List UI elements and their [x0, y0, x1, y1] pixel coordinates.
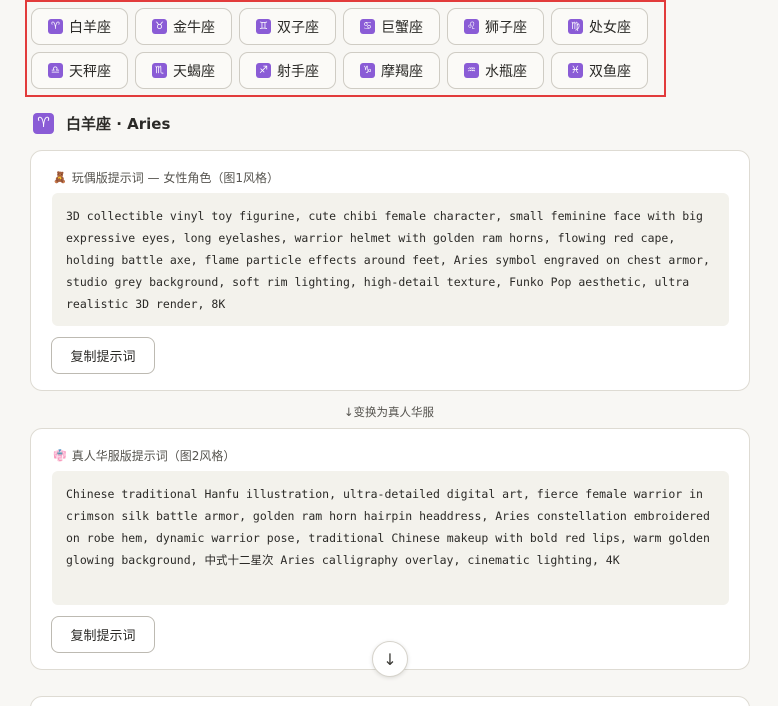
- cancer-icon: ♋: [360, 19, 375, 34]
- aries-icon: ♈: [33, 113, 54, 134]
- scorpio-icon: ♏: [152, 63, 167, 78]
- arrow-down-icon: ↓: [383, 649, 397, 669]
- zodiac-label: 双子座: [277, 19, 319, 36]
- zodiac-label: 天蝎座: [173, 63, 215, 80]
- zodiac-label: 处女座: [589, 19, 631, 36]
- hanfu-icon: 👘: [53, 449, 67, 462]
- zodiac-row-1: ♈ 白羊座 ♉ 金牛座 ♊ 双子座 ♋ 巨蟹座 ♌ 狮子座 ♍ 处女座: [31, 8, 664, 45]
- leo-icon: ♌: [464, 19, 479, 34]
- card-title-text: 玩偶版提示词 — 女性角色（图1风格）: [71, 171, 279, 185]
- pisces-icon: ♓: [568, 63, 583, 78]
- card-title-text: 真人华服版提示词（图2风格）: [71, 449, 236, 463]
- section-heading: ♈ 白羊座 · Aries: [33, 113, 170, 134]
- zodiac-button-sagittarius[interactable]: ♐ 射手座: [239, 52, 336, 89]
- zodiac-label: 摩羯座: [381, 63, 423, 80]
- zodiac-button-capricorn[interactable]: ♑ 摩羯座: [343, 52, 440, 89]
- zodiac-label: 白羊座: [69, 19, 111, 36]
- zodiac-button-gemini[interactable]: ♊ 双子座: [239, 8, 336, 45]
- zodiac-label: 狮子座: [485, 19, 527, 36]
- toy-prompt-card: 🧸 玩偶版提示词 — 女性角色（图1风格） 3D collectible vin…: [30, 150, 750, 391]
- copy-prompt-button[interactable]: 复制提示词: [51, 337, 155, 374]
- zodiac-button-taurus[interactable]: ♉ 金牛座: [135, 8, 232, 45]
- zodiac-label: 巨蟹座: [381, 19, 423, 36]
- prompt-text: 3D collectible vinyl toy figurine, cute …: [52, 193, 729, 326]
- zodiac-label: 水瓶座: [485, 63, 527, 80]
- zodiac-button-aquarius[interactable]: ♒ 水瓶座: [447, 52, 544, 89]
- next-card: [30, 696, 750, 706]
- zodiac-button-virgo[interactable]: ♍ 处女座: [551, 8, 648, 45]
- capricorn-icon: ♑: [360, 63, 375, 78]
- card-title: 👘 真人华服版提示词（图2风格）: [53, 447, 235, 464]
- sagittarius-icon: ♐: [256, 63, 271, 78]
- card-title: 🧸 玩偶版提示词 — 女性角色（图1风格）: [53, 169, 279, 186]
- transform-label: ↓变换为真人华服: [343, 405, 435, 419]
- zodiac-button-scorpio[interactable]: ♏ 天蝎座: [135, 52, 232, 89]
- zodiac-button-libra[interactable]: ♎ 天秤座: [31, 52, 128, 89]
- zodiac-button-cancer[interactable]: ♋ 巨蟹座: [343, 8, 440, 45]
- zodiac-button-aries[interactable]: ♈ 白羊座: [31, 8, 128, 45]
- zodiac-selector: ♈ 白羊座 ♉ 金牛座 ♊ 双子座 ♋ 巨蟹座 ♌ 狮子座 ♍ 处女座 ♎ 天秤…: [25, 0, 666, 97]
- zodiac-row-2: ♎ 天秤座 ♏ 天蝎座 ♐ 射手座 ♑ 摩羯座 ♒ 水瓶座 ♓ 双鱼座: [31, 52, 664, 89]
- virgo-icon: ♍: [568, 19, 583, 34]
- scroll-down-button[interactable]: ↓: [372, 641, 408, 677]
- zodiac-button-pisces[interactable]: ♓ 双鱼座: [551, 52, 648, 89]
- zodiac-label: 天秤座: [69, 63, 111, 80]
- aquarius-icon: ♒: [464, 63, 479, 78]
- zodiac-label: 射手座: [277, 63, 319, 80]
- aries-icon: ♈: [48, 19, 63, 34]
- toy-icon: 🧸: [53, 171, 67, 184]
- zodiac-label: 双鱼座: [589, 63, 631, 80]
- gemini-icon: ♊: [256, 19, 271, 34]
- hanfu-prompt-card: 👘 真人华服版提示词（图2风格） Chinese traditional Han…: [30, 428, 750, 670]
- zodiac-label: 金牛座: [173, 19, 215, 36]
- taurus-icon: ♉: [152, 19, 167, 34]
- zodiac-button-leo[interactable]: ♌ 狮子座: [447, 8, 544, 45]
- section-title: 白羊座 · Aries: [66, 115, 171, 133]
- libra-icon: ♎: [48, 63, 63, 78]
- prompt-text: Chinese traditional Hanfu illustration, …: [52, 471, 729, 605]
- copy-prompt-button[interactable]: 复制提示词: [51, 616, 155, 653]
